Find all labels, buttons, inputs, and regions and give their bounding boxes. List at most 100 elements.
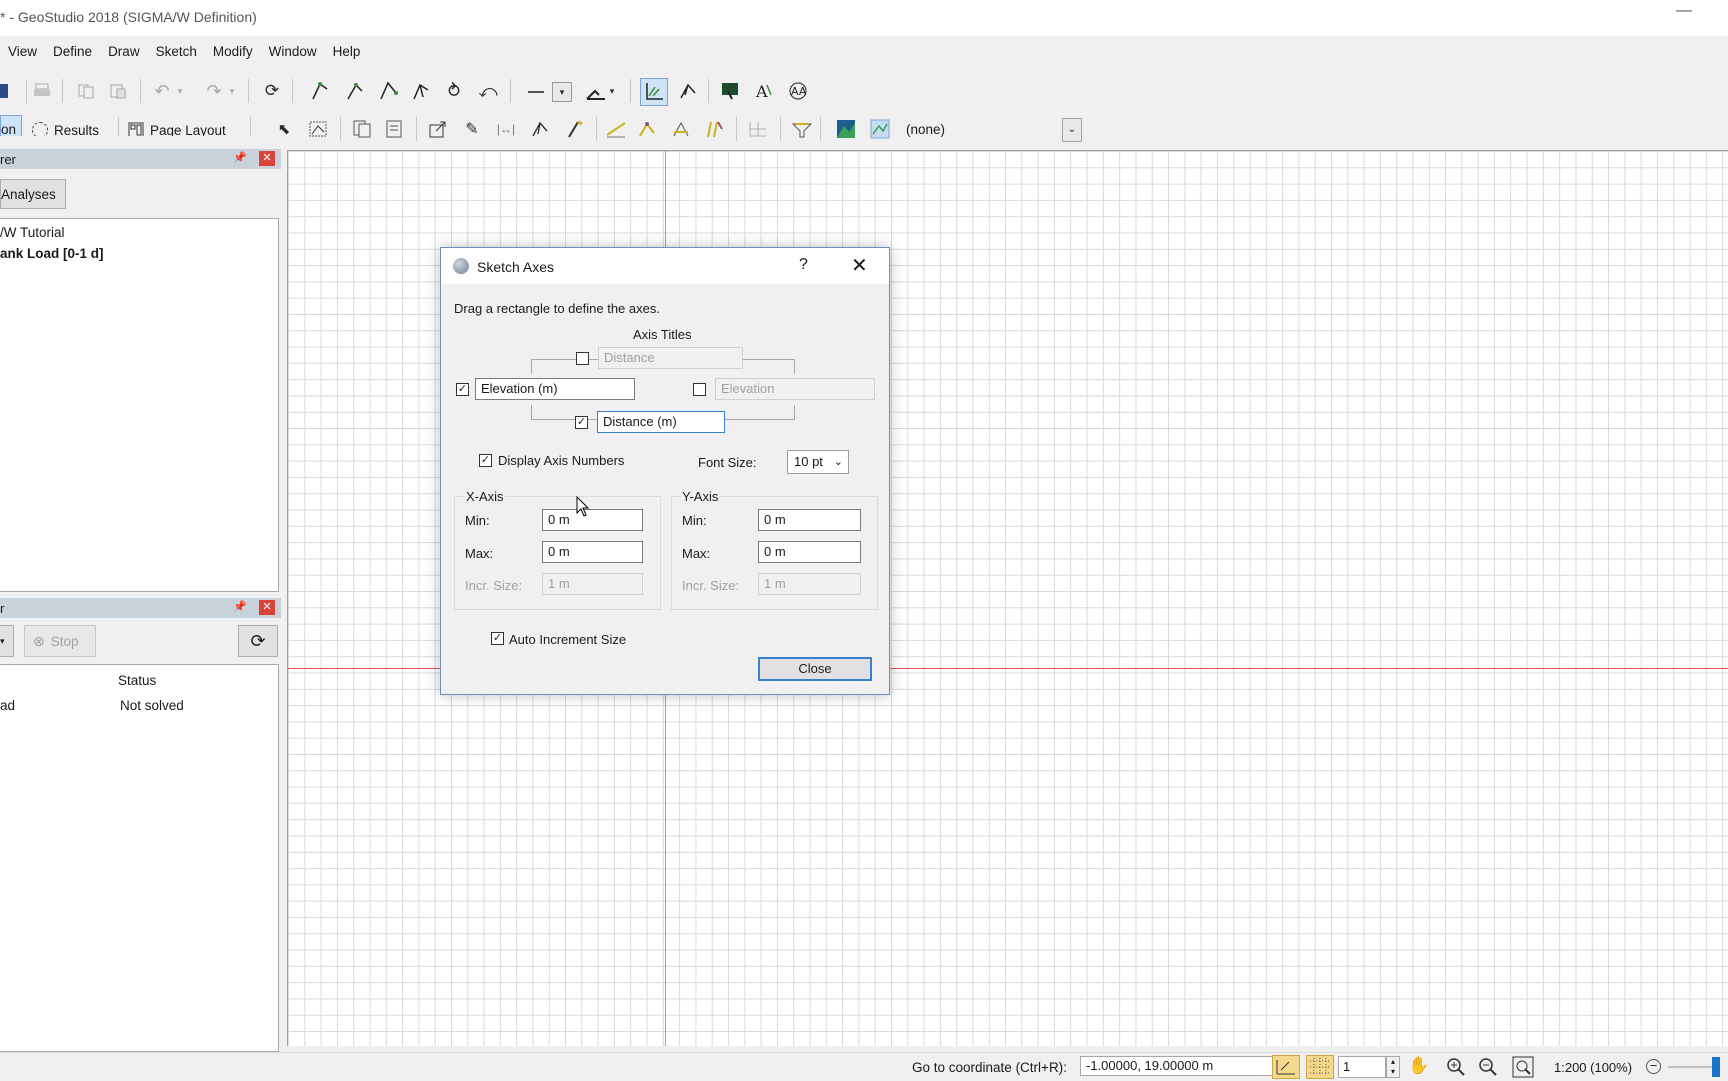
pin-icon[interactable]: 📌: [233, 151, 247, 164]
y-axis-label: Y-Axis: [681, 489, 720, 504]
select-region-icon[interactable]: [306, 117, 330, 141]
auto-increment-label[interactable]: Auto Increment Size: [509, 632, 626, 647]
solve-list: Status ad Not solved: [0, 664, 279, 1052]
copy-icon[interactable]: [74, 79, 98, 103]
solve-row-name[interactable]: ad: [0, 698, 15, 713]
sketch-text-icon[interactable]: A: [752, 79, 776, 103]
mesh-grid-icon[interactable]: [746, 117, 770, 141]
redo-dropdown-icon[interactable]: ▾: [226, 79, 238, 103]
line-style-icon[interactable]: [524, 79, 548, 103]
view-filter-icon[interactable]: [790, 117, 814, 141]
zoom-slider-thumb[interactable]: [1712, 1057, 1720, 1077]
export-icon[interactable]: [426, 117, 450, 141]
contour-icon[interactable]: [604, 117, 628, 141]
snap-to-grid-icon[interactable]: [1272, 1055, 1300, 1079]
help-button[interactable]: ?: [799, 256, 808, 274]
draw-arc-icon[interactable]: ⤺: [476, 79, 500, 103]
flow-path-icon[interactable]: [670, 117, 694, 141]
undo-icon[interactable]: ↶: [150, 79, 174, 103]
y-incr-field[interactable]: 1 m: [758, 573, 861, 595]
pan-hand-icon[interactable]: ✋: [1408, 1056, 1429, 1076]
grid-spacing-stepper[interactable]: ▴ ▾: [1386, 1056, 1400, 1078]
pin-icon[interactable]: 📌: [233, 600, 247, 613]
left-title-checkbox[interactable]: ✓: [456, 383, 469, 396]
zoom-in-icon[interactable]: [1446, 1057, 1466, 1080]
bottom-title-checkbox[interactable]: ✓: [575, 416, 588, 429]
top-title-field[interactable]: Distance: [598, 347, 743, 369]
zoom-slider-track[interactable]: [1668, 1066, 1714, 1068]
tree-item-analysis[interactable]: ank Load [0-1 d]: [0, 246, 104, 261]
draw-mesh-icon[interactable]: [409, 79, 433, 103]
zoom-minus-icon[interactable]: −: [1646, 1059, 1661, 1074]
stop-button[interactable]: ⊗ Stop: [24, 625, 96, 657]
dimension-icon[interactable]: |↔|: [494, 117, 518, 141]
color-map-icon[interactable]: [834, 117, 858, 141]
solve-dropdown-icon[interactable]: ▾: [0, 625, 14, 657]
close-icon[interactable]: ✕: [851, 253, 868, 278]
left-title-field[interactable]: Elevation (m): [475, 378, 635, 400]
panel-close-icon[interactable]: ✕: [259, 600, 275, 615]
x-max-label: Max:: [465, 546, 494, 561]
display-axis-numbers-checkbox[interactable]: ✓: [479, 454, 492, 467]
sketch-image-icon[interactable]: [718, 79, 742, 103]
style-dropdown-arrow-icon[interactable]: ⌄: [1062, 118, 1082, 142]
refresh-icon[interactable]: ⟳: [260, 79, 284, 103]
analysis-explorer-panel: rer 📌 ✕ Analyses /W Tutorial ank Load [0…: [0, 136, 281, 592]
top-title-checkbox[interactable]: [576, 352, 589, 365]
y-max-field[interactable]: 0 m: [758, 541, 861, 563]
font-size-select[interactable]: 10 pt ⌄: [787, 450, 849, 474]
auto-increment-checkbox[interactable]: ✓: [491, 632, 504, 645]
line-style-dropdown-icon[interactable]: ▾: [552, 82, 572, 102]
zoom-fit-icon[interactable]: [1512, 1056, 1534, 1081]
draw-points-icon[interactable]: [342, 79, 366, 103]
menu-view[interactable]: View: [0, 40, 45, 66]
isolines-icon[interactable]: [702, 117, 726, 141]
menu-help[interactable]: Help: [325, 40, 369, 66]
sketch-axes-icon[interactable]: [640, 78, 668, 106]
minimize-button[interactable]: —: [1676, 2, 1692, 20]
pen-icon[interactable]: ✎: [460, 117, 484, 141]
menu-draw[interactable]: Draw: [100, 40, 148, 66]
goto-coordinate-field[interactable]: -1.00000, 19.00000 m: [1080, 1056, 1274, 1076]
y-min-field[interactable]: 0 m: [758, 509, 861, 531]
column-header-status[interactable]: Status: [118, 673, 156, 688]
save-icon[interactable]: [0, 79, 10, 103]
sketch-label-icon[interactable]: AA: [786, 79, 810, 103]
menu-sketch[interactable]: Sketch: [148, 40, 205, 66]
menu-window[interactable]: Window: [261, 40, 325, 66]
x-max-field[interactable]: 0 m: [542, 541, 643, 563]
right-title-field[interactable]: Elevation: [715, 378, 875, 400]
bottom-title-field[interactable]: Distance (m): [597, 411, 725, 433]
panel-close-icon[interactable]: ✕: [259, 151, 275, 166]
display-axis-numbers-label[interactable]: Display Axis Numbers: [498, 453, 624, 468]
graph-icon[interactable]: [636, 117, 660, 141]
x-min-field[interactable]: 0 m: [542, 509, 643, 531]
zoom-out-icon[interactable]: [1478, 1057, 1498, 1080]
line-color-dropdown-icon[interactable]: ▾: [606, 79, 618, 103]
line-color-icon[interactable]: [584, 79, 608, 103]
draw-circle-icon[interactable]: ⥁: [442, 79, 466, 103]
sketch-curves-icon[interactable]: [676, 79, 700, 103]
close-button[interactable]: Close: [758, 657, 872, 681]
solve-refresh-icon[interactable]: ⟳: [238, 625, 278, 657]
show-grid-icon[interactable]: [1306, 1055, 1334, 1079]
material-legend-icon[interactable]: [868, 117, 892, 141]
paste-icon[interactable]: [106, 79, 130, 103]
analyses-button[interactable]: Analyses: [0, 179, 66, 209]
grid-spacing-field[interactable]: 1: [1338, 1056, 1386, 1078]
menu-define[interactable]: Define: [45, 40, 100, 66]
undo-dropdown-icon[interactable]: ▾: [174, 79, 186, 103]
draw-lines-icon[interactable]: [376, 79, 400, 103]
draw-regions-icon[interactable]: [308, 79, 332, 103]
x-incr-field[interactable]: 1 m: [542, 573, 643, 595]
right-title-checkbox[interactable]: [693, 383, 706, 396]
draw-slope-icon[interactable]: [562, 117, 586, 141]
svg-text:AA: AA: [791, 85, 807, 98]
tree-item-project[interactable]: /W Tutorial: [0, 225, 65, 240]
draw-flux-icon[interactable]: [528, 117, 552, 141]
report-icon[interactable]: [382, 117, 406, 141]
copy-graphics-icon[interactable]: [350, 117, 374, 141]
redo-icon[interactable]: ↷: [202, 79, 226, 103]
menu-modify[interactable]: Modify: [205, 40, 261, 66]
print-icon[interactable]: [30, 79, 54, 103]
